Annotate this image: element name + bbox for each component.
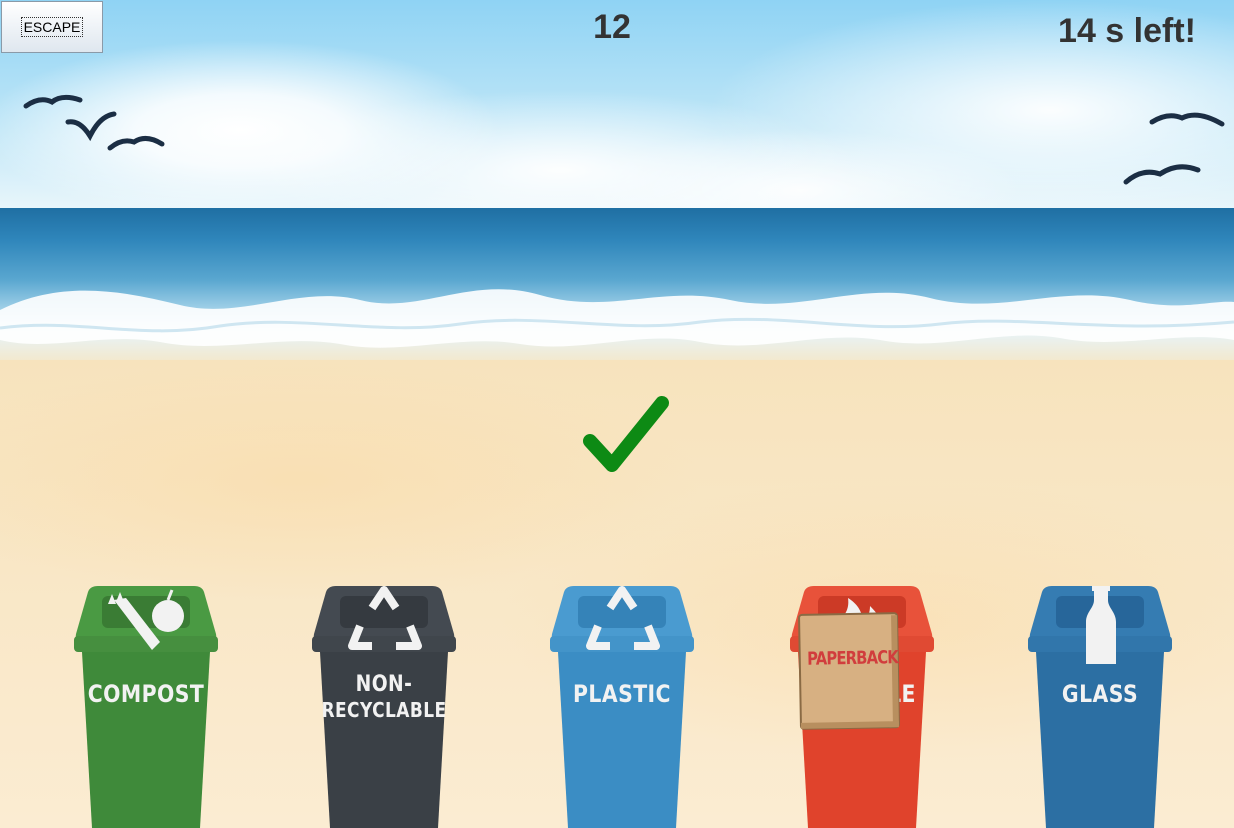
game-stage: ESCAPE 12 14 s left! COMPOST NON- RECYCL… (0, 0, 1234, 828)
recycle-icon (586, 586, 660, 650)
bin-compost[interactable]: COMPOST (68, 586, 224, 828)
bin-label: PLASTIC (573, 680, 671, 708)
bin-non-recyclable[interactable]: NON- RECYCLABLE (306, 586, 462, 828)
recycle-icon (348, 586, 422, 650)
book-icon (798, 612, 900, 730)
seagull-icon (23, 94, 165, 151)
draggable-item-paperback[interactable]: PAPERBACK (797, 611, 903, 731)
bin-label: GLASS (1061, 680, 1139, 708)
vegetable-icon (108, 589, 184, 650)
bin-plastic[interactable]: PLASTIC (544, 586, 700, 828)
escape-button[interactable]: ESCAPE (1, 1, 103, 53)
bin-glass[interactable]: GLASS (1022, 586, 1178, 828)
escape-label: ESCAPE (20, 17, 84, 37)
time-remaining: 14 s left! (1058, 12, 1196, 50)
wave-foam (0, 289, 1234, 348)
seagull-icon (1123, 112, 1225, 185)
item-label: PAPERBACK (806, 647, 899, 670)
check-mark-icon (583, 396, 669, 472)
bottle-icon (1086, 586, 1116, 664)
bin-label: COMPOST (87, 680, 205, 708)
bin-label-line-1: NON- (355, 672, 413, 697)
score-counter: 12 (593, 8, 631, 46)
bin-label-line-2: RECYCLABLE (321, 698, 447, 722)
